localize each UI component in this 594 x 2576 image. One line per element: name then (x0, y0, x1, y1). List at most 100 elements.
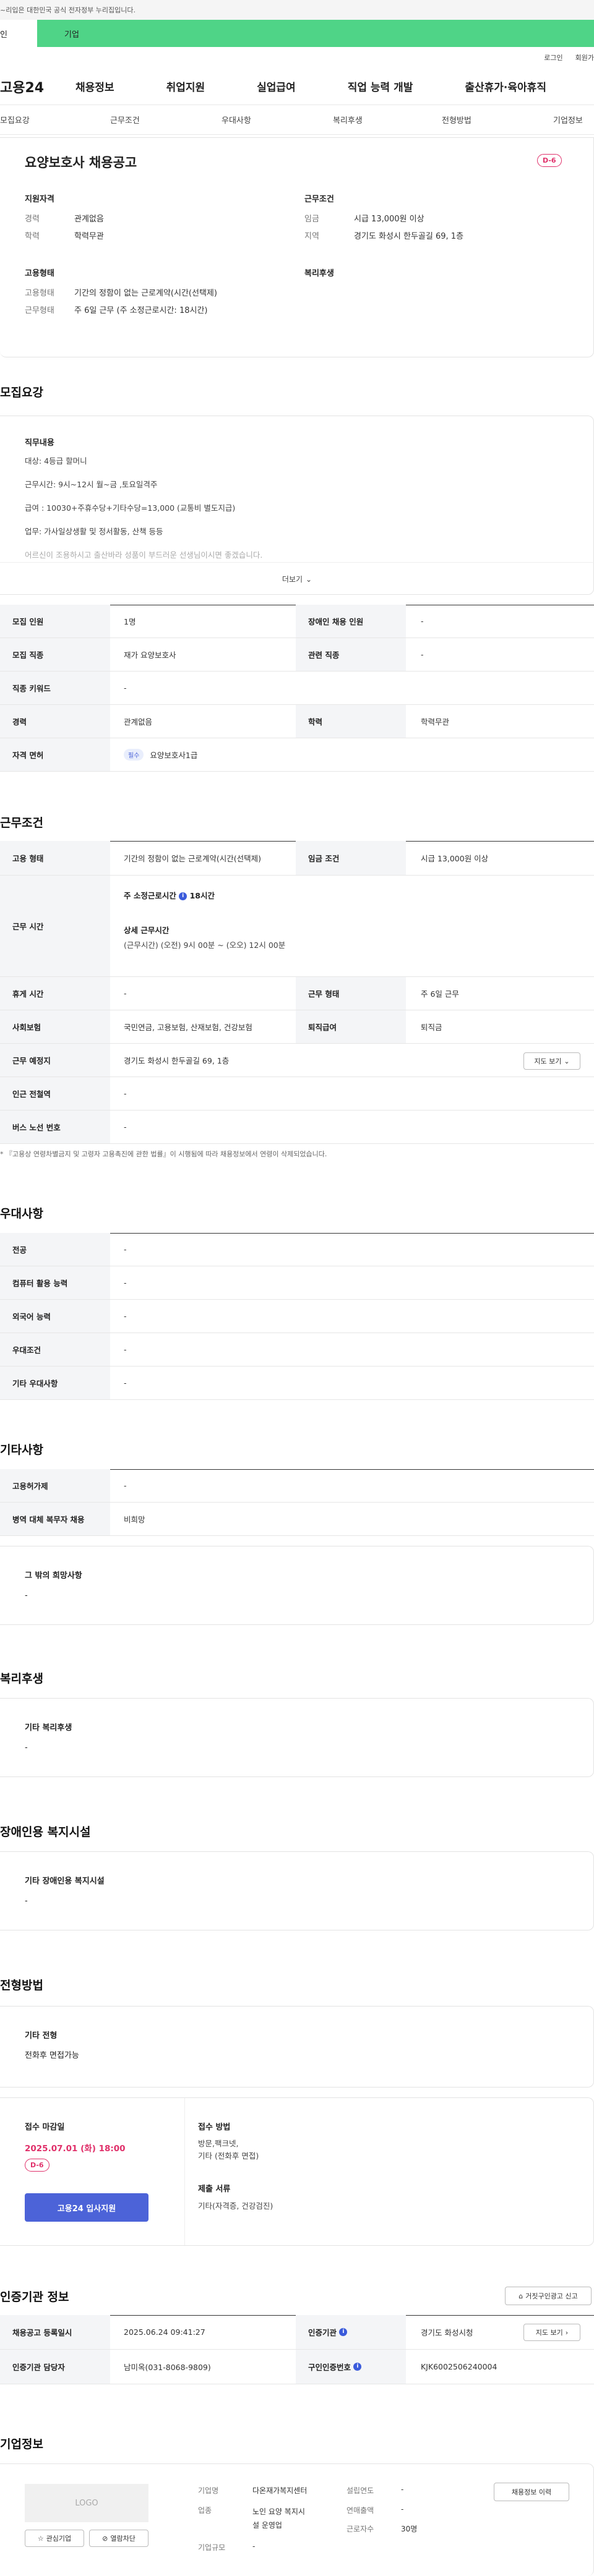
anchor-selection[interactable]: 전형방법 (442, 114, 471, 126)
staff-value: 30명 (401, 2525, 418, 2533)
row-label: 근무 시간 (0, 876, 110, 976)
report-fake-ad-button[interactable]: ⌂ 거짓구인광고 신고 (505, 2287, 592, 2305)
selection-box-value: 전화후 면접가능 (25, 2051, 79, 2060)
user-type-tabs: 인 기업 (0, 20, 594, 47)
anchor-company[interactable]: 기업정보 (553, 114, 583, 126)
anchor-nav: 모집요강 근무조건 우대사항 복리후생 전형방법 기업정보 (0, 105, 594, 135)
anchor-recruit[interactable]: 모집요강 (0, 114, 30, 126)
row-label: 인증기관 담당자 (0, 2350, 110, 2384)
table-row: 직종 키워드 - (0, 672, 594, 705)
row-label: 관련 직종 (296, 638, 406, 671)
section-pref-title: 우대사항 (0, 1207, 43, 1221)
apply-button[interactable]: 고용24 입사지원 (25, 2193, 148, 2222)
row-label: 장애인 채용 인원 (296, 605, 406, 638)
selection-box-heading: 기타 전형 (25, 2031, 58, 2041)
tab-individual[interactable]: 인 (0, 20, 37, 47)
row-value: - (421, 650, 424, 659)
row-label: 채용공고 등록일시 (0, 2315, 110, 2349)
career-label: 경력 (25, 215, 40, 224)
row-label: 임금 조건 (296, 841, 406, 875)
selection-box: 기타 전형 전화후 면접가능 (0, 2006, 594, 2088)
row-value: KJK6002506240004 (421, 2362, 497, 2371)
row-value: 시급 13,000원 이상 (421, 854, 489, 863)
block-view-button[interactable]: ⊘ 열람차단 (89, 2530, 148, 2547)
job-history-button[interactable]: 채용정보 이력 (494, 2483, 569, 2501)
other-wishes-box: 그 밖의 희망사항 - (0, 1546, 594, 1625)
row-label: 직종 키워드 (0, 672, 110, 704)
table-row: 인근 전철역 - (0, 1077, 594, 1111)
row-value: 경기도 화성시청 (421, 2328, 473, 2337)
row-label: 휴게 시간 (0, 977, 110, 1010)
row-value: - (421, 616, 424, 626)
company-size-value: - (252, 2542, 256, 2551)
tab-company[interactable]: 기업 (37, 20, 594, 47)
work-form-label: 근무형태 (25, 306, 54, 315)
license-value: 요양보호사1급 (150, 751, 198, 760)
work-form-value: 주 6일 근무 (주 소정근로시간: 18시간) (74, 306, 208, 315)
section-work-title: 근무조건 (0, 816, 43, 830)
qualification-heading: 지원자격 (25, 195, 54, 204)
table-row: 고용허가제 - (0, 1469, 594, 1503)
wage-label: 임금 (304, 215, 319, 224)
staff-label: 근로자수 (346, 2525, 374, 2533)
company-name-label: 기업명 (198, 2486, 219, 2495)
utility-links: 로그인 회원가 (0, 47, 594, 68)
weekly-hours: 주 소정근로시간 i 18시간 (124, 891, 215, 900)
section-etc-title: 기타사항 (0, 1443, 43, 1457)
anchor-welfare[interactable]: 복리후생 (333, 114, 363, 126)
section-welfare-title: 복리후생 (0, 1672, 43, 1686)
cert-map-view-button[interactable]: 지도 보기 › (523, 2324, 580, 2341)
row-label: 구인인증번호 i (296, 2350, 406, 2384)
table-row: 휴게 시간 - 근무 형태 주 6일 근무 (0, 977, 594, 1010)
company-logo-placeholder: LOGO (25, 2484, 148, 2522)
chevron-right-icon: › (565, 2328, 569, 2337)
map-view-button[interactable]: 지도 보기 ⌄ (523, 1052, 580, 1070)
row-value: 남미옥(031-8068-9809) (124, 2363, 211, 2372)
job-summary-card: 요양보호사 채용공고 D-6 지원자격 경력 관계없음 학력 학력무관 근무조건… (0, 137, 594, 357)
table-row: 채용공고 등록일시 2025.06.24 09:41:27 인증기관 i 경기도… (0, 2315, 594, 2350)
info-icon[interactable]: i (179, 892, 187, 900)
more-button[interactable]: 더보기 ⌄ (0, 562, 594, 595)
favorite-company-button[interactable]: ☆ 관심기업 (25, 2530, 84, 2547)
welfare-box: 기타 복리후생 - (0, 1698, 594, 1777)
duty-line: 어르신이 조용하시고 출산바라 성품이 부드러운 선생님이시면 좋겠습니다. (25, 550, 263, 560)
row-label: 우대조건 (0, 1333, 110, 1366)
anchor-pref[interactable]: 우대사항 (222, 114, 251, 126)
table-row: 고용 형태 기간의 정함이 없는 근로계약(시간(선택제) 임금 조건 시급 1… (0, 841, 594, 876)
megaphone-icon: ⌂ (519, 2292, 523, 2300)
education-label: 학력 (25, 232, 40, 241)
row-value: 학력무관 (421, 717, 450, 727)
signup-link[interactable]: 회원가 (575, 53, 594, 62)
table-row: 경력 관계없음 학력 학력무관 (0, 705, 594, 738)
anchor-work[interactable]: 근무조건 (110, 114, 140, 126)
menu-job-skill[interactable]: 직업 능력 개발 (348, 79, 413, 94)
site-logo[interactable]: 고용24 (0, 77, 68, 96)
table-row: 전공 - (0, 1233, 594, 1266)
industry-value: 노인 요양 복지시 설 운영업 (252, 2507, 305, 2530)
menu-unemployment-benefit[interactable]: 실업급여 (257, 79, 296, 94)
login-link[interactable]: 로그인 (544, 53, 562, 62)
table-row: 근무 시간 주 소정근로시간 i 18시간 상세 근무시간 (근무시간) (오전… (0, 876, 594, 977)
docs-heading: 제출 서류 (198, 2185, 231, 2194)
employment-type-value: 기간의 정함이 없는 근로계약(시간(선택제) (74, 289, 217, 298)
section-selection-title: 전형방법 (0, 1979, 43, 1992)
info-icon[interactable]: i (353, 2363, 362, 2371)
row-value: 퇴직금 (421, 1023, 442, 1032)
menu-parental-leave[interactable]: 출산휴가·육아휴직 (465, 79, 546, 94)
duty-line: 대상: 4등급 할머니 (25, 456, 87, 466)
menu-job-info[interactable]: 채용정보 (75, 79, 114, 94)
row-label: 모집 인원 (0, 605, 110, 638)
row-value: - (124, 1311, 127, 1321)
table-row: 버스 노선 번호 - (0, 1111, 594, 1144)
disabled-box-heading: 기타 장애인용 복지시설 (25, 1877, 105, 1886)
row-label: 학력 (296, 705, 406, 738)
menu-employment-support[interactable]: 취업지원 (166, 79, 205, 94)
info-icon[interactable]: i (339, 2328, 348, 2336)
row-value: 관계없음 (124, 717, 153, 727)
row-label: 병역 대체 복무자 채용 (0, 1503, 110, 1535)
row-label: 전공 (0, 1233, 110, 1266)
row-label: 모집 직종 (0, 638, 110, 671)
row-label: 경력 (0, 705, 110, 738)
wage-value: 시급 13,000원 이상 (354, 215, 424, 224)
row-value: 주 6일 근무 (421, 989, 459, 999)
